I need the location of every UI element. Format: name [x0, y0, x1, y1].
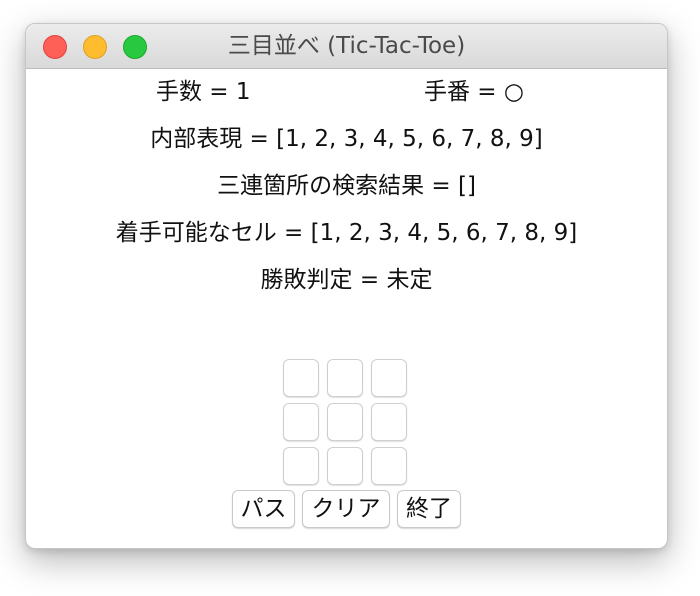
board-cell-9[interactable]: [371, 447, 407, 485]
app-window: 三目並べ (Tic-Tac-Toe) 手数 = 1 手番 = ○ 内部表現 = …: [25, 23, 668, 549]
board-cell-3[interactable]: [371, 359, 407, 397]
current-player-label: 手番 = ○: [424, 79, 524, 105]
board-cell-5[interactable]: [327, 403, 363, 441]
available-cells-label: 着手可能なセル = [1, 2, 3, 4, 5, 6, 7, 8, 9]: [115, 220, 578, 246]
clear-button[interactable]: クリア: [302, 490, 390, 528]
game-verdict-label: 勝敗判定 = 未定: [260, 267, 433, 293]
board-cell-1[interactable]: [283, 359, 319, 397]
board-cell-7[interactable]: [283, 447, 319, 485]
quit-button[interactable]: 終了: [397, 490, 461, 528]
main-content: 手数 = 1 手番 = ○ 内部表現 = [1, 2, 3, 4, 5, 6, …: [26, 69, 667, 548]
title-bar[interactable]: 三目並べ (Tic-Tac-Toe): [26, 24, 667, 69]
board-cell-4[interactable]: [283, 403, 319, 441]
board-cell-2[interactable]: [327, 359, 363, 397]
pass-button[interactable]: パス: [232, 490, 295, 528]
game-board: [283, 359, 411, 491]
move-count-label: 手数 = 1: [156, 79, 251, 105]
window-title: 三目並べ (Tic-Tac-Toe): [227, 33, 466, 59]
internal-representation-label: 内部表現 = [1, 2, 3, 4, 5, 6, 7, 8, 9]: [150, 126, 543, 152]
line-search-result-label: 三連箇所の検索結果 = []: [217, 173, 476, 199]
board-cell-8[interactable]: [327, 447, 363, 485]
board-cell-6[interactable]: [371, 403, 407, 441]
